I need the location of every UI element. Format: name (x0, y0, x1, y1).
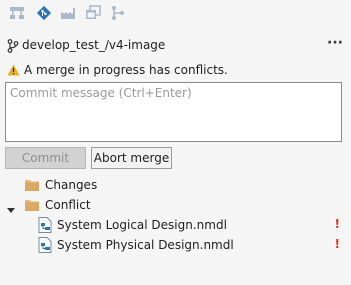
file-name: System Logical Design.nmdl (57, 218, 227, 232)
conflict-file-item[interactable]: System Physical Design.nmdl ! (0, 236, 351, 256)
merge-warning: A merge in progress has conflicts. (6, 62, 345, 80)
tree-label-changes: Changes (45, 178, 98, 192)
tree-node-changes[interactable]: Changes (0, 176, 351, 196)
factory-icon[interactable] (60, 5, 76, 21)
conflict-file-item[interactable]: System Logical Design.nmdl ! (0, 216, 351, 236)
hierarchy-icon[interactable] (9, 5, 25, 21)
model-file-icon (38, 237, 52, 253)
folder-icon (25, 199, 39, 211)
commit-message-input[interactable] (5, 82, 342, 142)
branch-name: develop_test_/v4-image (22, 38, 166, 52)
toolbar (0, 0, 351, 26)
warning-text: A merge in progress has conflicts. (24, 63, 228, 77)
branch-tree-icon[interactable] (110, 5, 126, 21)
tree-label-conflict: Conflict (45, 198, 91, 212)
tree-node-conflict[interactable]: Conflict (0, 196, 351, 216)
branch-icon (7, 39, 19, 53)
chevron-down-icon[interactable] (7, 203, 15, 213)
more-options-button[interactable]: ··· (327, 35, 343, 51)
abort-merge-button[interactable]: Abort merge (91, 147, 172, 169)
model-file-icon (38, 217, 52, 233)
conflict-indicator: ! (334, 237, 340, 251)
commit-button[interactable]: Commit (5, 147, 86, 169)
file-name: System Physical Design.nmdl (57, 238, 234, 252)
git-icon[interactable] (36, 5, 52, 21)
warning-icon (7, 64, 20, 76)
folder-icon (25, 179, 39, 191)
conflict-indicator: ! (334, 217, 340, 231)
window-stack-icon[interactable] (85, 5, 101, 21)
branch-header: develop_test_/v4-image ··· (6, 35, 345, 55)
